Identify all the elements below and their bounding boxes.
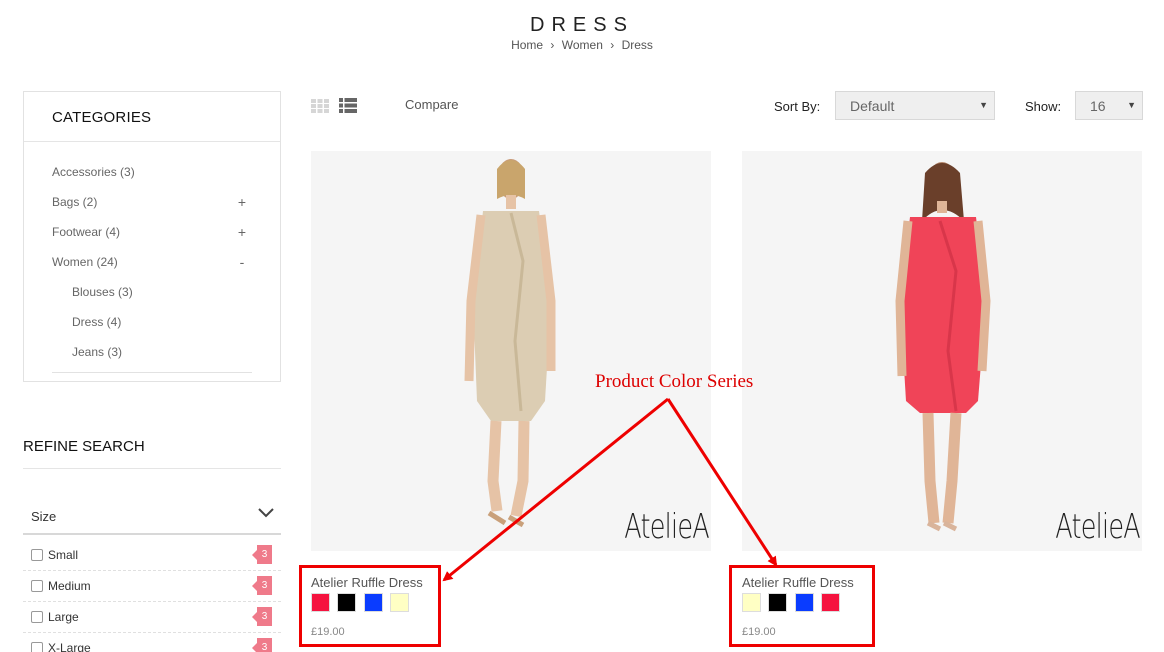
highlight-box (299, 565, 441, 647)
category-label[interactable]: Women (24) (52, 255, 118, 269)
breadcrumb-separator: › (550, 38, 555, 52)
breadcrumb-separator: › (610, 38, 615, 52)
annotation-label: Product Color Series (595, 371, 754, 392)
size-option-x-large[interactable]: X-Large 3 (23, 633, 281, 652)
breadcrumb-home[interactable]: Home (511, 38, 543, 52)
brand-logo: AtelieA (1055, 507, 1140, 547)
category-label[interactable]: Jeans (3) (72, 345, 122, 359)
breadcrumb: Home › Women › Dress (0, 38, 1164, 52)
count-badge: 3 (252, 545, 272, 564)
size-option-label[interactable]: Medium (48, 579, 91, 593)
size-option-label[interactable]: X-Large (48, 641, 91, 652)
categories-panel: CATEGORIES Accessories (3) Bags (2) + Fo… (23, 91, 281, 382)
compare-link[interactable]: Compare (405, 97, 458, 112)
breadcrumb-dress: Dress (621, 38, 653, 52)
product-image[interactable]: AtelieA (742, 151, 1142, 551)
count-badge: 3 (252, 607, 272, 626)
expand-icon[interactable]: + (232, 187, 252, 217)
grid-view-icon[interactable] (311, 99, 329, 113)
count-badge: 3 (252, 638, 272, 652)
size-options: Small 3 Medium 3 Large 3 X-Large 3 (23, 540, 281, 652)
divider (52, 372, 252, 373)
brand-logo: AtelieA (624, 507, 709, 547)
size-filter-header[interactable]: Size (23, 497, 281, 535)
size-checkbox[interactable] (31, 580, 43, 592)
size-option-label[interactable]: Large (48, 610, 79, 624)
size-option-large[interactable]: Large 3 (23, 602, 281, 633)
category-women[interactable]: Women (24) - (52, 247, 252, 277)
size-filter-label: Size (31, 509, 57, 524)
category-jeans[interactable]: Jeans (3) (52, 337, 252, 367)
size-option-small[interactable]: Small 3 (23, 540, 281, 571)
dropdown-arrow-icon: ▼ (979, 100, 988, 110)
category-label[interactable]: Accessories (3) (52, 165, 135, 179)
category-footwear[interactable]: Footwear (4) + (52, 217, 252, 247)
dropdown-arrow-icon: ▼ (1127, 100, 1136, 110)
refine-search-title: REFINE SEARCH (23, 438, 281, 469)
category-blouses[interactable]: Blouses (3) (52, 277, 252, 307)
categories-title: CATEGORIES (24, 92, 280, 142)
chevron-down-icon[interactable] (257, 505, 275, 519)
dress-model-illustration (464, 159, 556, 528)
show-count-select[interactable]: 16 ▼ (1075, 91, 1143, 120)
size-checkbox[interactable] (31, 611, 43, 623)
highlight-box (729, 565, 875, 647)
collapse-icon[interactable]: - (232, 247, 252, 277)
page-title: DRESS (530, 14, 634, 36)
expand-icon[interactable]: + (232, 217, 252, 247)
category-label[interactable]: Footwear (4) (52, 225, 120, 239)
dress-model-illustration (895, 162, 991, 532)
category-dress[interactable]: Dress (4) (52, 307, 252, 337)
category-label[interactable]: Bags (2) (52, 195, 97, 209)
breadcrumb-women[interactable]: Women (562, 38, 603, 52)
category-label[interactable]: Dress (4) (72, 315, 121, 329)
category-list: Accessories (3) Bags (2) + Footwear (4) … (24, 157, 280, 373)
category-accessories[interactable]: Accessories (3) (52, 157, 252, 187)
sort-by-label: Sort By: (774, 99, 821, 114)
show-count-value: 16 (1090, 98, 1106, 114)
size-checkbox[interactable] (31, 642, 43, 652)
sort-by-value: Default (850, 98, 895, 114)
show-label: Show: (1025, 99, 1062, 114)
list-view-icon[interactable] (339, 98, 357, 113)
product-image[interactable]: AtelieA (311, 151, 711, 551)
size-option-medium[interactable]: Medium 3 (23, 571, 281, 602)
size-checkbox[interactable] (31, 549, 43, 561)
category-label[interactable]: Blouses (3) (72, 285, 133, 299)
category-bags[interactable]: Bags (2) + (52, 187, 252, 217)
count-badge: 3 (252, 576, 272, 595)
size-option-label[interactable]: Small (48, 548, 78, 562)
sort-by-select[interactable]: Default ▼ (835, 91, 995, 120)
